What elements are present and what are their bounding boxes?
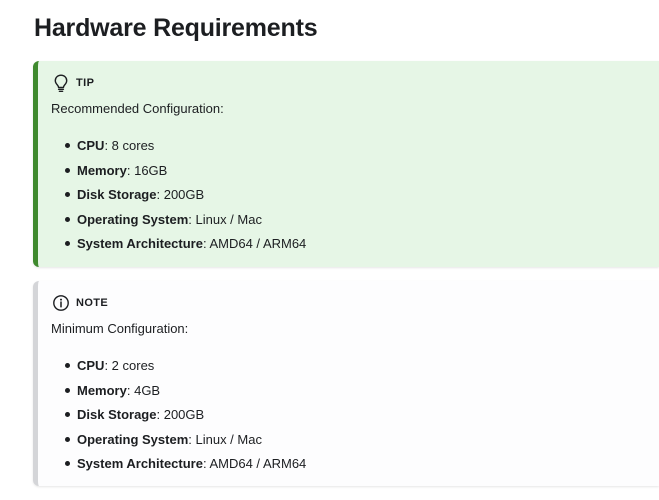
item-value: : 200GB xyxy=(156,407,205,422)
item-value: : 200GB xyxy=(156,187,205,202)
bullet-icon xyxy=(65,412,70,417)
bullet-icon xyxy=(65,167,70,173)
tip-admonition: TIP Recommended Configuration: CPU: 8 co… xyxy=(33,61,659,267)
lightbulb-icon xyxy=(52,73,70,93)
item-value: : 8 cores xyxy=(104,138,155,153)
item-key: Operating System xyxy=(77,431,189,447)
note-list: CPU: 2 cores Memory: 4GB Disk Storage: 2… xyxy=(51,357,306,480)
tip-intro: Recommended Configuration: xyxy=(51,101,224,116)
list-item: System Architecture: AMD64 / ARM64 xyxy=(51,455,306,480)
item-key: Disk Storage xyxy=(77,407,157,422)
item-value: : 4GB xyxy=(126,382,161,398)
list-item: CPU: 2 cores xyxy=(51,357,306,382)
list-item: Memory: 16GB xyxy=(51,162,306,187)
page-title: Hardware Requirements xyxy=(34,14,318,42)
bullet-icon xyxy=(65,192,70,197)
bullet-icon xyxy=(65,143,70,148)
item-key: Memory xyxy=(77,382,127,398)
tip-label: TIP xyxy=(76,77,95,89)
item-key: CPU xyxy=(77,358,105,373)
bullet-icon xyxy=(65,363,70,368)
tip-list: CPU: 8 cores Memory: 16GB Disk Storage: … xyxy=(51,137,306,260)
list-item: Disk Storage: 200GB xyxy=(51,406,306,431)
item-key: System Architecture xyxy=(77,236,203,251)
item-value: : 2 cores xyxy=(104,358,155,373)
list-item: Disk Storage: 200GB xyxy=(51,186,306,211)
item-key: Disk Storage xyxy=(77,187,157,202)
item-value: : Linux / Mac xyxy=(188,211,262,227)
item-key: Operating System xyxy=(77,211,189,227)
tip-heading: TIP xyxy=(52,73,94,93)
note-heading: NOTE xyxy=(52,293,108,313)
bullet-icon xyxy=(65,387,70,393)
item-value: : Linux / Mac xyxy=(188,431,262,447)
item-value: : AMD64 / ARM64 xyxy=(202,456,307,471)
info-circle-icon xyxy=(52,293,70,313)
list-item: Operating System: Linux / Mac xyxy=(51,211,306,236)
item-key: Memory xyxy=(77,162,127,178)
list-item: System Architecture: AMD64 / ARM64 xyxy=(51,235,306,260)
item-key: CPU xyxy=(77,138,105,153)
note-intro: Minimum Configuration: xyxy=(51,321,189,336)
bullet-icon xyxy=(65,436,70,442)
item-value: : 16GB xyxy=(126,162,168,178)
note-label: NOTE xyxy=(76,297,109,309)
bullet-icon xyxy=(65,241,70,246)
item-key: System Architecture xyxy=(77,456,203,471)
list-item: Operating System: Linux / Mac xyxy=(51,431,306,456)
bullet-icon xyxy=(65,216,70,222)
list-item: CPU: 8 cores xyxy=(51,137,306,162)
note-admonition: NOTE Minimum Configuration: CPU: 2 cores… xyxy=(33,281,659,486)
bullet-icon xyxy=(65,461,70,466)
item-value: : AMD64 / ARM64 xyxy=(202,236,307,251)
list-item: Memory: 4GB xyxy=(51,382,306,407)
